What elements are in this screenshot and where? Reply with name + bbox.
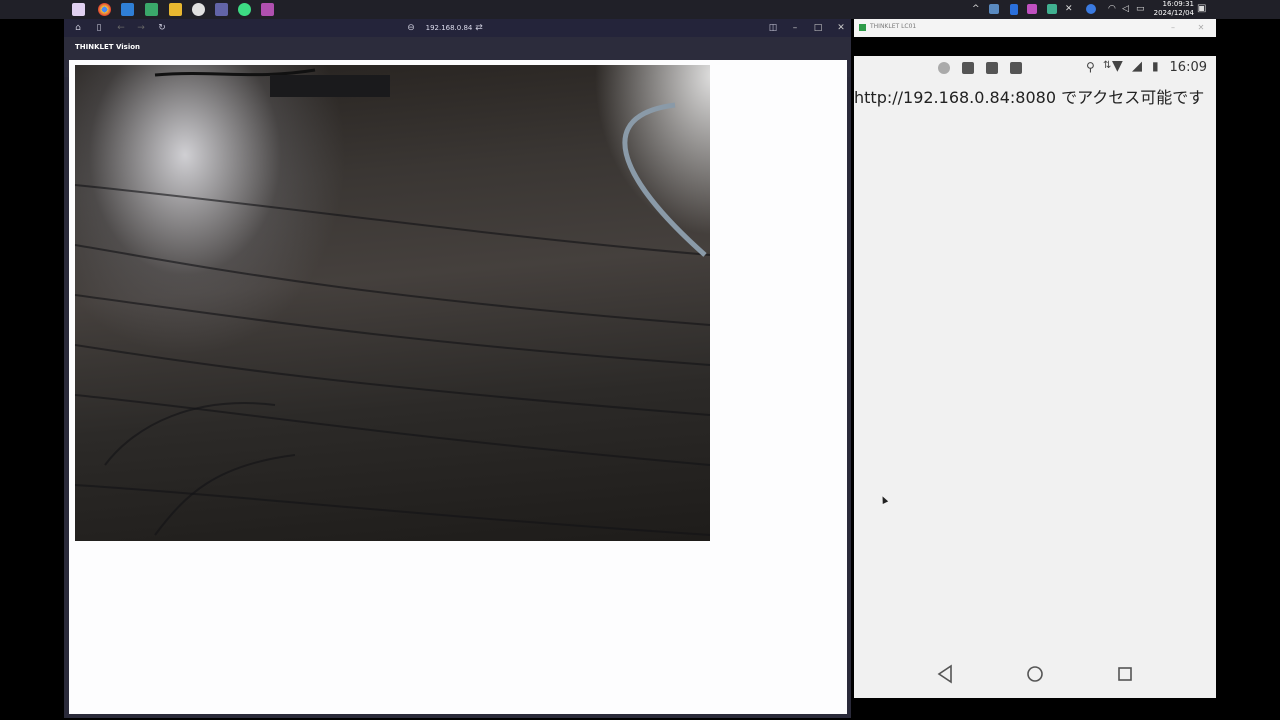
teams-icon[interactable] — [215, 3, 228, 16]
location-icon: ⚲ — [1086, 60, 1095, 74]
data-arrows-icon: ⇅ — [1103, 60, 1112, 71]
android-icon — [1010, 62, 1022, 74]
folder-icon[interactable] — [169, 3, 182, 16]
tray-icon[interactable] — [1086, 4, 1096, 14]
forward-icon[interactable]: → — [135, 22, 147, 34]
battery-icon[interactable]: ▭ — [1136, 4, 1145, 15]
tray-icon[interactable] — [1047, 4, 1057, 14]
home-icon[interactable] — [1021, 660, 1049, 688]
access-url-message: http://192.168.0.84:8080 でアクセス可能です — [854, 88, 1205, 107]
close-button[interactable]: ✕ — [832, 21, 850, 35]
split-view-icon[interactable]: ◫ — [767, 22, 779, 34]
reload-icon[interactable]: ↻ — [156, 22, 168, 34]
android-nav-bar — [854, 650, 1216, 698]
notification-icon — [938, 62, 950, 74]
workspaces-icon[interactable]: ⌂ — [72, 22, 84, 34]
page-title: THINKLET Vision — [75, 43, 141, 51]
slack-icon[interactable] — [261, 3, 274, 16]
android-status-bar: ⚲ ⇅ ▼ ◢ ▮ 16:09 — [854, 56, 1216, 80]
wifi-icon: ▼ — [1112, 58, 1123, 74]
close-button[interactable]: ✕ — [1194, 21, 1208, 35]
maximize-button[interactable]: □ — [809, 21, 827, 35]
camera-stream — [75, 65, 710, 541]
wifi-icon[interactable]: ◠ — [1108, 4, 1116, 15]
chevron-up-icon[interactable]: ^ — [972, 4, 980, 15]
battery-icon: ▮ — [1152, 59, 1159, 73]
browser-toolbar: ⌂ ▯ ← → ↻ ⊖ 192.168.0.84 ⇄ ◫ – □ ✕ — [64, 19, 851, 37]
phone-mirror-window: THINKLET LC01 – ✕ ⚲ ⇅ ▼ ◢ ▮ 16:09 http:/… — [854, 19, 1216, 718]
volume-icon[interactable]: ◁ — [1122, 4, 1129, 15]
clock[interactable]: 16:09:31 2024/12/04 — [1154, 0, 1194, 18]
app-icon — [859, 24, 866, 31]
back-icon[interactable] — [931, 660, 959, 688]
phone-bottom-bezel — [854, 698, 1216, 718]
close-icon[interactable]: ✕ — [1065, 4, 1073, 15]
tray-icon[interactable] — [1027, 4, 1037, 14]
phone-titlebar: THINKLET LC01 – ✕ — [854, 19, 1216, 37]
phone-window-title: THINKLET LC01 — [870, 23, 917, 30]
wood-grain — [75, 68, 710, 536]
start-icon[interactable] — [72, 3, 85, 16]
chrome-icon[interactable] — [98, 3, 111, 16]
android-icon — [986, 62, 998, 74]
status-time: 16:09 — [1169, 60, 1207, 75]
signal-icon: ◢ — [1132, 59, 1142, 74]
sidebar-icon[interactable]: ▯ — [93, 22, 105, 34]
translate-icon[interactable]: ⇄ — [473, 22, 485, 34]
minimize-button[interactable]: – — [1166, 21, 1180, 35]
vscode-icon[interactable] — [121, 3, 134, 16]
clock-date: 2024/12/04 — [1153, 9, 1194, 17]
back-icon[interactable]: ← — [115, 22, 127, 34]
browser-window: ⌂ ▯ ← → ↻ ⊖ 192.168.0.84 ⇄ ◫ – □ ✕ THINK… — [64, 19, 851, 718]
notification-icon[interactable]: ▣ — [1197, 3, 1206, 14]
tray-icon[interactable] — [989, 4, 999, 14]
page-content — [69, 60, 847, 714]
git-icon[interactable] — [145, 3, 158, 16]
github-icon[interactable] — [192, 3, 205, 16]
recents-icon[interactable] — [1111, 660, 1139, 688]
clock-time: 16:09:31 — [1162, 0, 1194, 8]
android-studio-icon[interactable] — [238, 3, 251, 16]
phone-screen: ⚲ ⇅ ▼ ◢ ▮ 16:09 http://192.168.0.84:8080… — [854, 56, 1216, 698]
bluetooth-icon[interactable] — [1010, 4, 1018, 15]
sd-card-icon — [962, 62, 974, 74]
taskbar: ^ ✕ ◠ ◁ ▭ 16:09:31 2024/12/04 ▣ — [0, 0, 1280, 19]
minimize-button[interactable]: – — [786, 21, 804, 35]
